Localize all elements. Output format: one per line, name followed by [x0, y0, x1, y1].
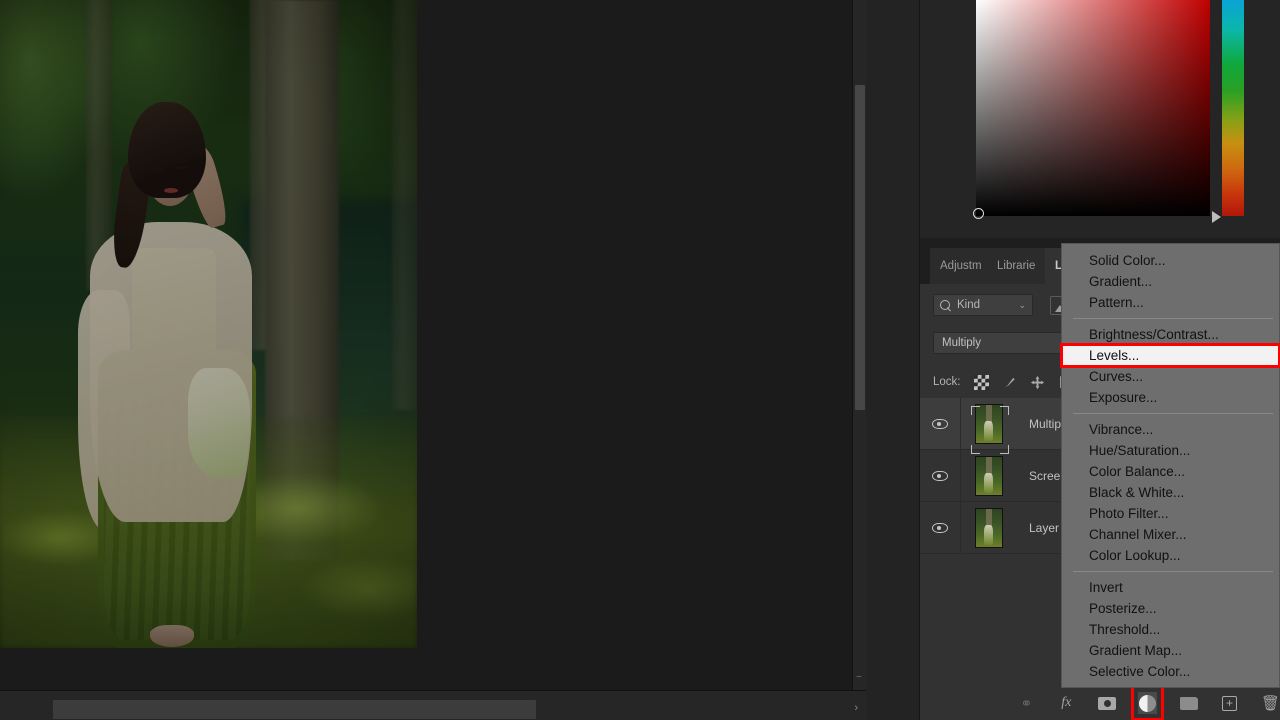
trash-icon: 🗑	[1260, 695, 1280, 712]
layer-name[interactable]: Screen	[1017, 469, 1067, 483]
tab-adjustments[interactable]: Adjustm	[930, 248, 987, 284]
lock-image-pixels-icon[interactable]	[1002, 375, 1017, 390]
tab-libraries[interactable]: Librarie	[987, 248, 1045, 284]
layer-thumbnail	[975, 455, 1003, 496]
menu-item-curves[interactable]: Curves...	[1062, 366, 1279, 387]
darkening-overlay	[0, 0, 417, 648]
menu-item-solid-color[interactable]: Solid Color...	[1062, 250, 1279, 271]
hue-slider[interactable]	[1222, 0, 1244, 216]
canvas-area[interactable]: ⌣	[0, 0, 866, 690]
mask-icon	[1098, 696, 1117, 710]
eye-icon	[932, 522, 948, 533]
layer-thumbnail	[975, 403, 1003, 444]
scroll-right-caret-icon[interactable]: ›	[854, 702, 858, 714]
layer-filter-kind-select[interactable]: Kind ⌄	[933, 294, 1033, 316]
new-adjustment-layer-button[interactable]	[1131, 685, 1165, 720]
menu-item-color-lookup[interactable]: Color Lookup...	[1062, 545, 1279, 566]
layer-visibility-toggle[interactable]	[920, 522, 960, 533]
canvas-vertical-scrollbar[interactable]: ⌣	[852, 0, 866, 690]
menu-separator	[1073, 413, 1273, 414]
photo-content	[0, 0, 417, 648]
menu-item-threshold[interactable]: Threshold...	[1062, 619, 1279, 640]
menu-item-invert[interactable]: Invert	[1062, 577, 1279, 598]
add-layer-mask-button[interactable]	[1098, 692, 1117, 714]
menu-item-exposure[interactable]: Exposure...	[1062, 387, 1279, 408]
color-picker-panel[interactable]	[920, 0, 1280, 238]
menu-item-levels[interactable]: Levels...	[1060, 343, 1280, 368]
layers-bottom-toolbar: ⚭ fx + 🗑	[920, 685, 1280, 720]
chevron-down-icon[interactable]: ⌄	[1018, 300, 1026, 311]
layer-thumbnail-cell[interactable]	[961, 455, 1017, 496]
layer-filter-kind-label: Kind	[957, 299, 981, 311]
layer-thumbnail-cell[interactable]	[961, 507, 1017, 548]
fx-icon: fx	[1061, 695, 1072, 710]
plus-square-icon: +	[1222, 695, 1238, 711]
menu-item-gradient[interactable]: Gradient...	[1062, 271, 1279, 292]
lock-transparent-pixels-icon[interactable]	[973, 374, 989, 390]
search-icon	[940, 299, 951, 311]
lock-label: Lock:	[933, 376, 961, 388]
eye-icon	[932, 470, 948, 481]
new-adjustment-layer-menu[interactable]: Solid Color... Gradient... Pattern... Br…	[1060, 243, 1280, 688]
menu-item-posterize[interactable]: Posterize...	[1062, 598, 1279, 619]
color-field-marker-icon[interactable]	[973, 208, 984, 219]
layer-style-button[interactable]: fx	[1057, 692, 1076, 714]
document-image[interactable]	[0, 0, 417, 648]
delete-layer-button[interactable]: 🗑	[1261, 692, 1280, 714]
layer-visibility-toggle[interactable]	[920, 470, 960, 481]
new-group-button[interactable]	[1179, 692, 1198, 714]
menu-item-photo-filter[interactable]: Photo Filter...	[1062, 503, 1279, 524]
eye-icon	[932, 418, 948, 429]
link-layers-button[interactable]: ⚭	[1016, 692, 1035, 714]
adjustment-circle-icon	[1139, 694, 1157, 712]
horizontal-scrollbar-thumb[interactable]	[53, 700, 536, 719]
menu-item-vibrance[interactable]: Vibrance...	[1062, 419, 1279, 440]
menu-item-pattern[interactable]: Pattern...	[1062, 292, 1279, 313]
new-layer-button[interactable]: +	[1220, 692, 1239, 714]
blend-mode-select[interactable]: Multiply	[933, 332, 1063, 354]
canvas-horizontal-scrollbar[interactable]: ›	[0, 690, 866, 720]
folder-icon	[1179, 696, 1198, 710]
layer-visibility-toggle[interactable]	[920, 418, 960, 429]
scroll-down-caret-icon[interactable]: ⌣	[856, 671, 862, 682]
link-icon: ⚭	[1020, 694, 1033, 711]
menu-separator	[1073, 318, 1273, 319]
layer-thumbnail	[975, 507, 1003, 548]
menu-separator	[1073, 571, 1273, 572]
menu-item-color-balance[interactable]: Color Balance...	[1062, 461, 1279, 482]
panel-icon-gutter[interactable]	[866, 0, 920, 720]
lock-position-icon[interactable]	[1030, 375, 1045, 390]
menu-item-hue-saturation[interactable]: Hue/Saturation...	[1062, 440, 1279, 461]
color-field[interactable]	[976, 0, 1210, 216]
menu-item-black-and-white[interactable]: Black & White...	[1062, 482, 1279, 503]
menu-item-selective-color[interactable]: Selective Color...	[1062, 661, 1279, 682]
menu-item-gradient-map[interactable]: Gradient Map...	[1062, 640, 1279, 661]
menu-item-brightness-contrast[interactable]: Brightness/Contrast...	[1062, 324, 1279, 345]
hue-slider-marker-icon[interactable]	[1212, 211, 1221, 223]
vertical-scrollbar-thumb[interactable]	[855, 85, 865, 410]
menu-item-channel-mixer[interactable]: Channel Mixer...	[1062, 524, 1279, 545]
layer-thumbnail-cell[interactable]	[961, 403, 1017, 454]
photoshop-window: ⌣ › Adjustm Librarie Laye Kind ⌄	[0, 0, 1280, 720]
